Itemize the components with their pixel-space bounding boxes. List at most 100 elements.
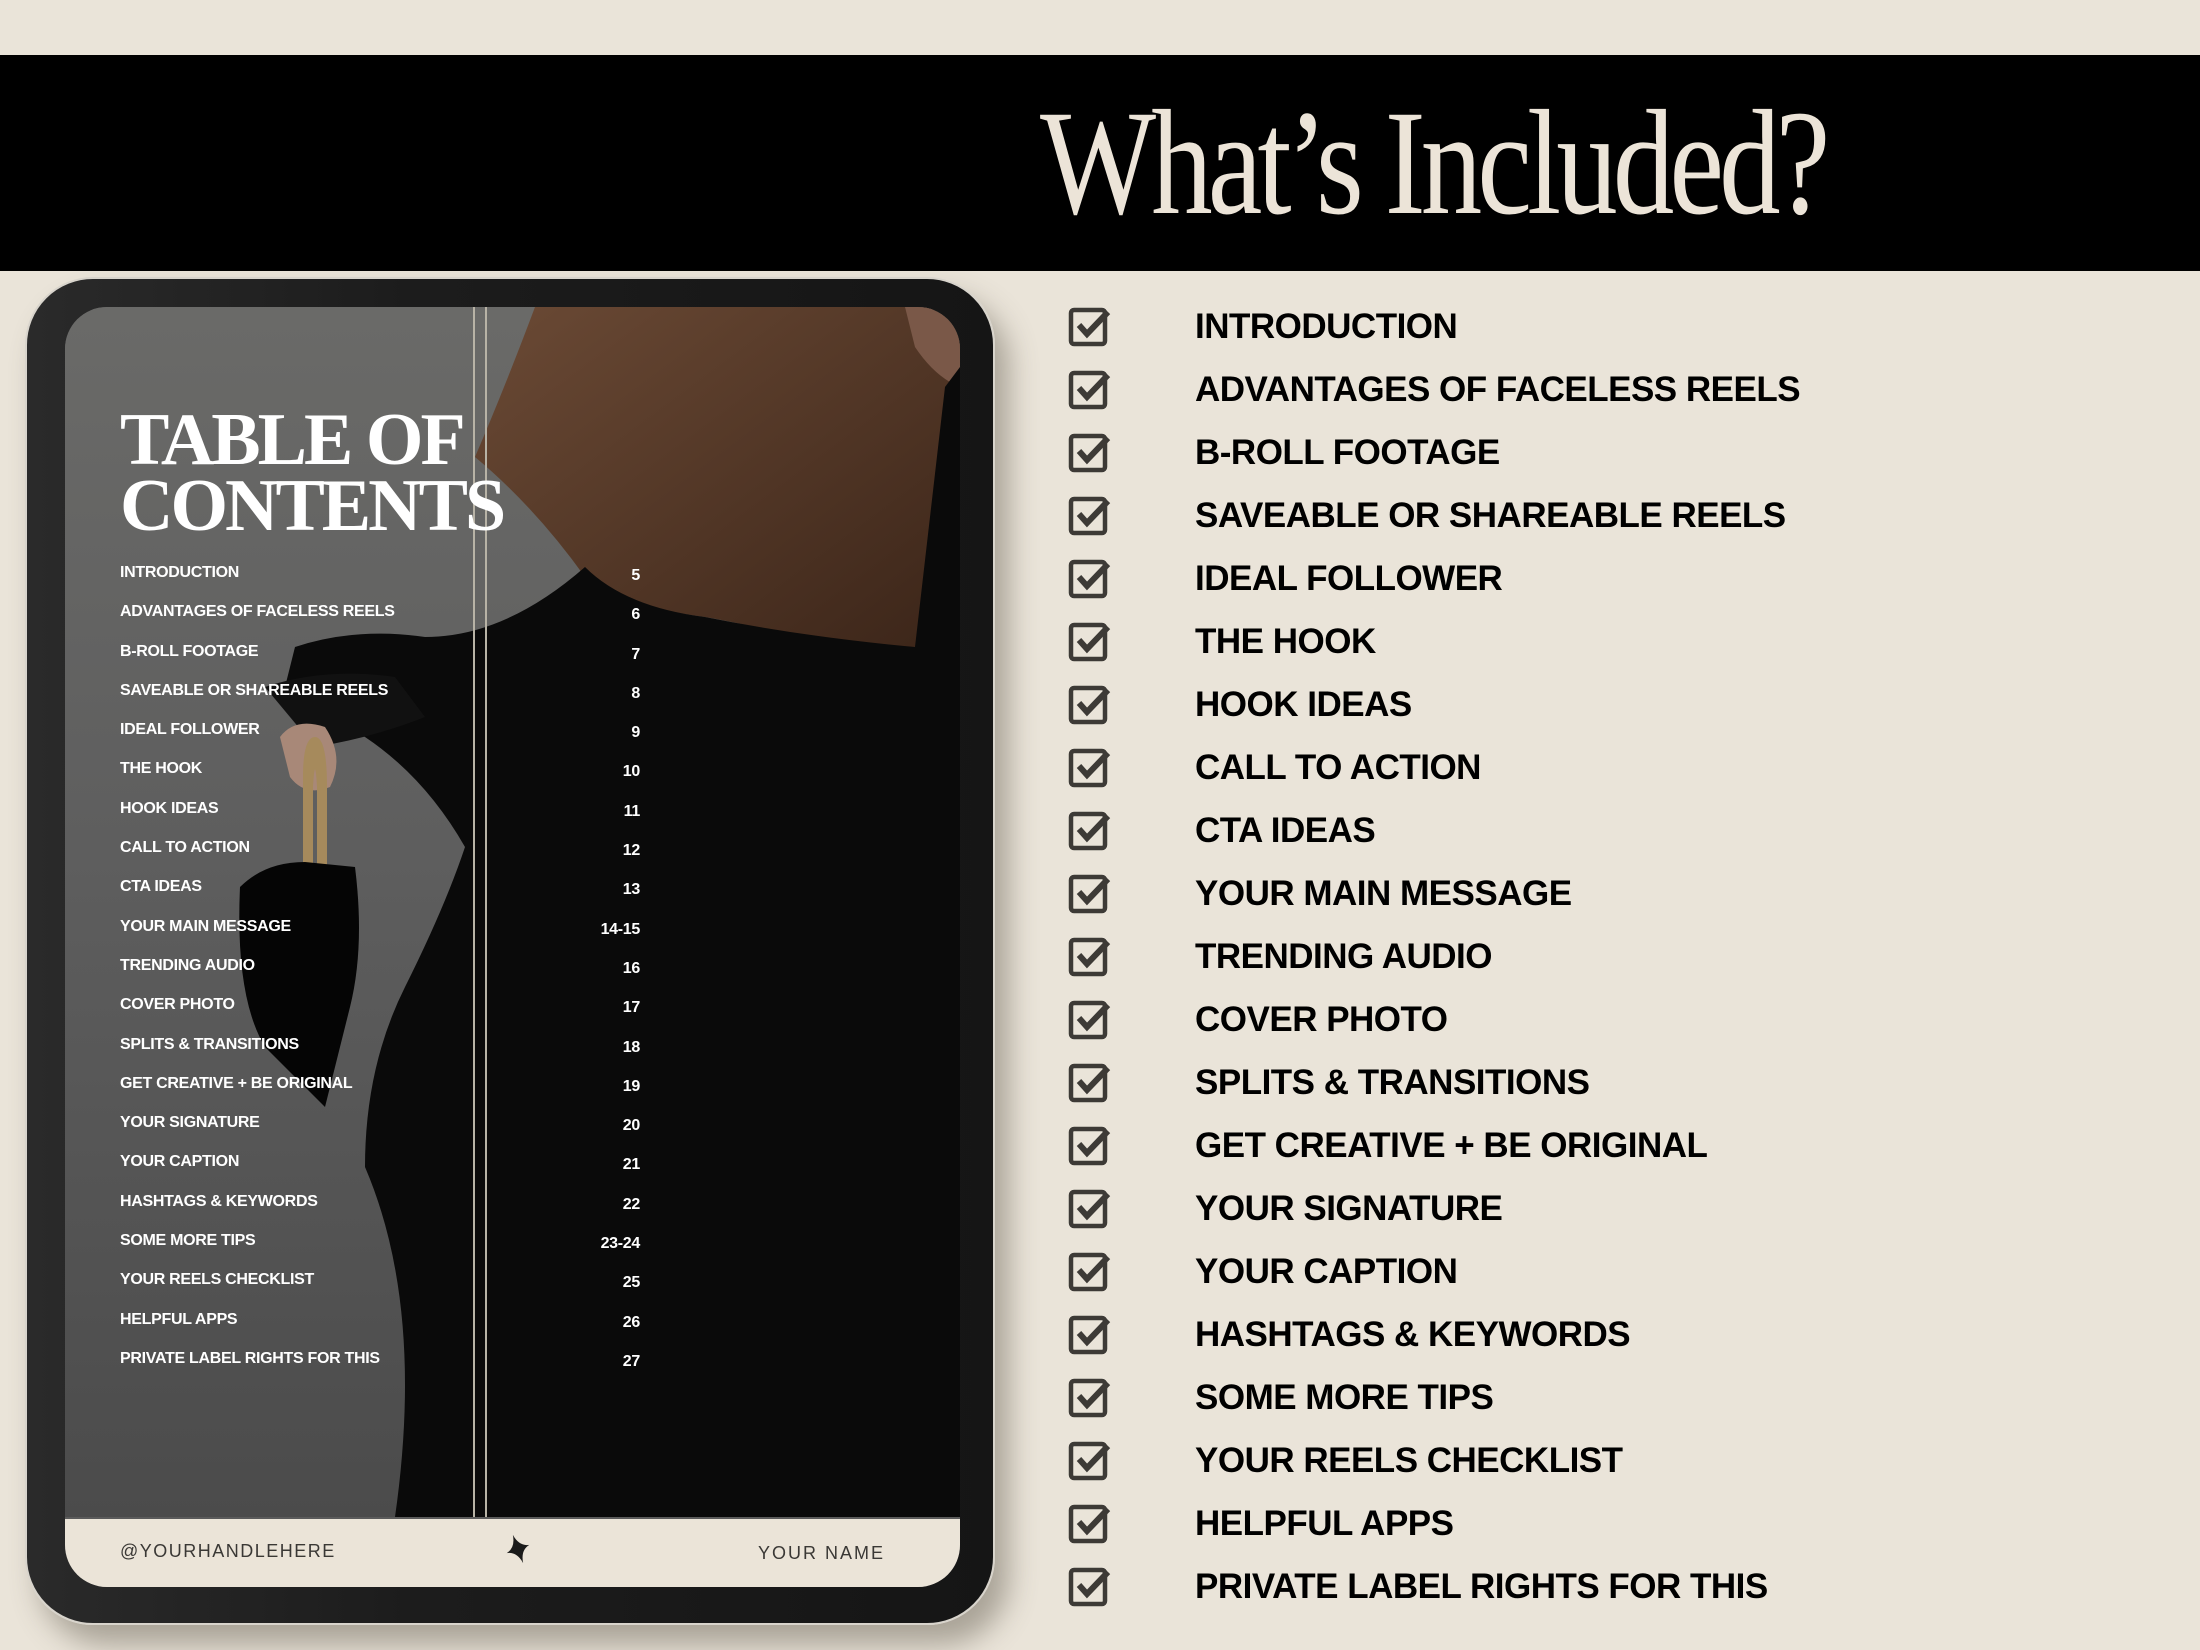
- toc-label: HOOK IDEAS: [120, 799, 219, 817]
- toc-row: CALL TO ACTION 12: [120, 839, 640, 878]
- author-name: YOUR NAME: [757, 1543, 885, 1563]
- toc-label: HELPFUL APPS: [120, 1310, 238, 1328]
- toc-row: HASHTAGS & KEYWORDS 22: [120, 1193, 640, 1232]
- checkbox-checked-icon: [1068, 1504, 1111, 1544]
- toc-row: TRENDING AUDIO 16: [120, 957, 640, 996]
- toc-page-number: 14-15: [600, 920, 641, 938]
- checklist-item: SAVEABLE OR SHAREABLE REELS: [1068, 494, 1800, 557]
- checkbox-checked-icon: [1068, 559, 1111, 599]
- checkbox-checked-icon: [1068, 307, 1111, 347]
- toc-row: SPLITS & TRANSITIONS 18: [120, 1036, 640, 1075]
- toc-page-number: 10: [622, 763, 641, 781]
- checklist-item-label: B-ROLL FOOTAGE: [1195, 433, 1500, 472]
- toc-page-number: 12: [622, 842, 641, 860]
- toc-page-number: 16: [622, 959, 641, 977]
- toc-row: SOME MORE TIPS 23-24: [120, 1232, 640, 1271]
- checkbox-checked-icon: [1068, 1189, 1111, 1229]
- checkbox-checked-icon: [1068, 1441, 1111, 1481]
- checkbox-checked-icon: [1068, 1252, 1111, 1292]
- toc-row: ADVANTAGES OF FACELESS REELS 6: [120, 603, 640, 642]
- toc-label: PRIVATE LABEL RIGHTS FOR THIS: [120, 1349, 380, 1367]
- toc-row: PRIVATE LABEL RIGHTS FOR THIS 27: [120, 1350, 640, 1389]
- checklist-item-label: HOOK IDEAS: [1195, 685, 1412, 724]
- toc-label: INTRODUCTION: [120, 564, 240, 581]
- toc-list: INTRODUCTION 5 ADVANTAGES OF FACELESS REEL…: [120, 564, 640, 1389]
- checklist-item: TRENDING AUDIO: [1068, 935, 1800, 998]
- checklist-item: HASHTAGS & KEYWORDS: [1068, 1313, 1800, 1376]
- toc-row: YOUR MAIN MESSAGE 14-15: [120, 918, 640, 957]
- toc-page-number: 25: [622, 1274, 641, 1292]
- checklist-item: CTA IDEAS: [1068, 809, 1800, 872]
- tablet-mockup: TABLE OF CONTENTS INTRODUCTION 5 ADVANTAGE…: [25, 277, 995, 1625]
- toc-row: YOUR SIGNATURE 20: [120, 1114, 640, 1153]
- toc-label: CALL TO ACTION: [120, 839, 250, 857]
- checkbox-checked-icon: [1068, 1315, 1111, 1355]
- checklist-item-label: INTRODUCTION: [1195, 307, 1458, 346]
- checklist-item-label: SPLITS & TRANSITIONS: [1195, 1063, 1590, 1102]
- checklist-item: B-ROLL FOOTAGE: [1068, 431, 1800, 494]
- checkbox-checked-icon: [1068, 874, 1111, 914]
- checklist-item: YOUR SIGNATURE: [1068, 1187, 1800, 1250]
- toc-heading-line2: CONTENTS: [120, 465, 506, 547]
- toc-page-number: 20: [622, 1117, 641, 1135]
- toc-heading-line1: TABLE OF: [120, 399, 466, 481]
- toc-row: INTRODUCTION 5: [120, 564, 640, 603]
- checkbox-checked-icon: [1068, 370, 1111, 410]
- toc-page-number: 19: [622, 1077, 641, 1095]
- toc-page-number: 22: [622, 1195, 641, 1213]
- toc-label: SPLITS & TRANSITIONS: [120, 1035, 299, 1053]
- page-title: What’s Included?: [1040, 80, 1830, 246]
- toc-row: HELPFUL APPS 26: [120, 1311, 640, 1350]
- checklist-item: COVER PHOTO: [1068, 998, 1800, 1061]
- checklist-item-label: PRIVATE LABEL RIGHTS FOR THIS: [1195, 1567, 1768, 1606]
- sparkle-icon: [506, 1534, 530, 1564]
- checkbox-checked-icon: [1068, 685, 1111, 725]
- checklist-item-label: COVER PHOTO: [1195, 1000, 1448, 1039]
- toc-label: YOUR CAPTION: [120, 1153, 240, 1171]
- toc-label: YOUR MAIN MESSAGE: [120, 917, 291, 935]
- checkbox-checked-icon: [1068, 433, 1111, 473]
- checklist-item: SOME MORE TIPS: [1068, 1376, 1800, 1439]
- checklist-item-label: YOUR REELS CHECKLIST: [1195, 1441, 1623, 1480]
- checkbox-checked-icon: [1068, 748, 1111, 788]
- toc-label: COVER PHOTO: [120, 996, 235, 1014]
- checklist-item-label: SOME MORE TIPS: [1195, 1378, 1494, 1417]
- checkbox-checked-icon: [1068, 1000, 1111, 1040]
- checklist-item-label: HELPFUL APPS: [1195, 1504, 1454, 1543]
- toc-label: GET CREATIVE + BE ORIGINAL: [120, 1074, 353, 1092]
- toc-row: B-ROLL FOOTAGE 7: [120, 643, 640, 682]
- checklist-item: HOOK IDEAS: [1068, 683, 1800, 746]
- checkbox-checked-icon: [1068, 1063, 1111, 1103]
- toc-page-number: 18: [622, 1038, 641, 1056]
- checklist-item: IDEAL FOLLOWER: [1068, 557, 1800, 620]
- toc-page-number: 27: [622, 1352, 641, 1370]
- checklist-item-label: YOUR CAPTION: [1195, 1252, 1458, 1291]
- checklist-item-label: YOUR SIGNATURE: [1195, 1189, 1503, 1228]
- checklist-item-label: THE HOOK: [1195, 622, 1376, 661]
- toc-label: B-ROLL FOOTAGE: [120, 642, 259, 660]
- toc-page-number: 8: [631, 684, 640, 702]
- checklist-item: SPLITS & TRANSITIONS: [1068, 1061, 1800, 1124]
- toc-row: YOUR CAPTION 21: [120, 1153, 640, 1192]
- toc-label: IDEAL FOLLOWER: [120, 721, 260, 739]
- checklist-item: ADVANTAGES OF FACELESS REELS: [1068, 368, 1801, 431]
- social-handle: @YOURHANDLEHERE: [120, 1541, 336, 1561]
- toc-page-number: 23-24: [600, 1235, 641, 1253]
- toc-row: IDEAL FOLLOWER 9: [120, 721, 640, 760]
- checklist-item: THE HOOK: [1068, 620, 1800, 683]
- checkbox-checked-icon: [1068, 811, 1111, 851]
- toc-page-number: 26: [622, 1313, 641, 1331]
- checklist-item-label: ADVANTAGES OF FACELESS REELS: [1195, 370, 1801, 409]
- toc-page-number: 7: [631, 645, 640, 663]
- toc-row: COVER PHOTO 17: [120, 996, 640, 1035]
- checklist-item-label: YOUR MAIN MESSAGE: [1195, 874, 1572, 913]
- checklist-item-label: GET CREATIVE + BE ORIGINAL: [1195, 1126, 1708, 1165]
- toc-label: ADVANTAGES OF FACELESS REELS: [120, 603, 395, 621]
- checklist-item: YOUR REELS CHECKLIST: [1068, 1439, 1800, 1502]
- toc-row: CTA IDEAS 13: [120, 878, 640, 917]
- cover-photo: TABLE OF CONTENTS INTRODUCTION 5 ADVANTAGE…: [65, 307, 960, 1517]
- checklist-item-label: HASHTAGS & KEYWORDS: [1195, 1315, 1631, 1354]
- checklist-item-label: IDEAL FOLLOWER: [1195, 559, 1503, 598]
- checklist-item-label: CTA IDEAS: [1195, 811, 1376, 850]
- toc-page-number: 5: [631, 567, 640, 584]
